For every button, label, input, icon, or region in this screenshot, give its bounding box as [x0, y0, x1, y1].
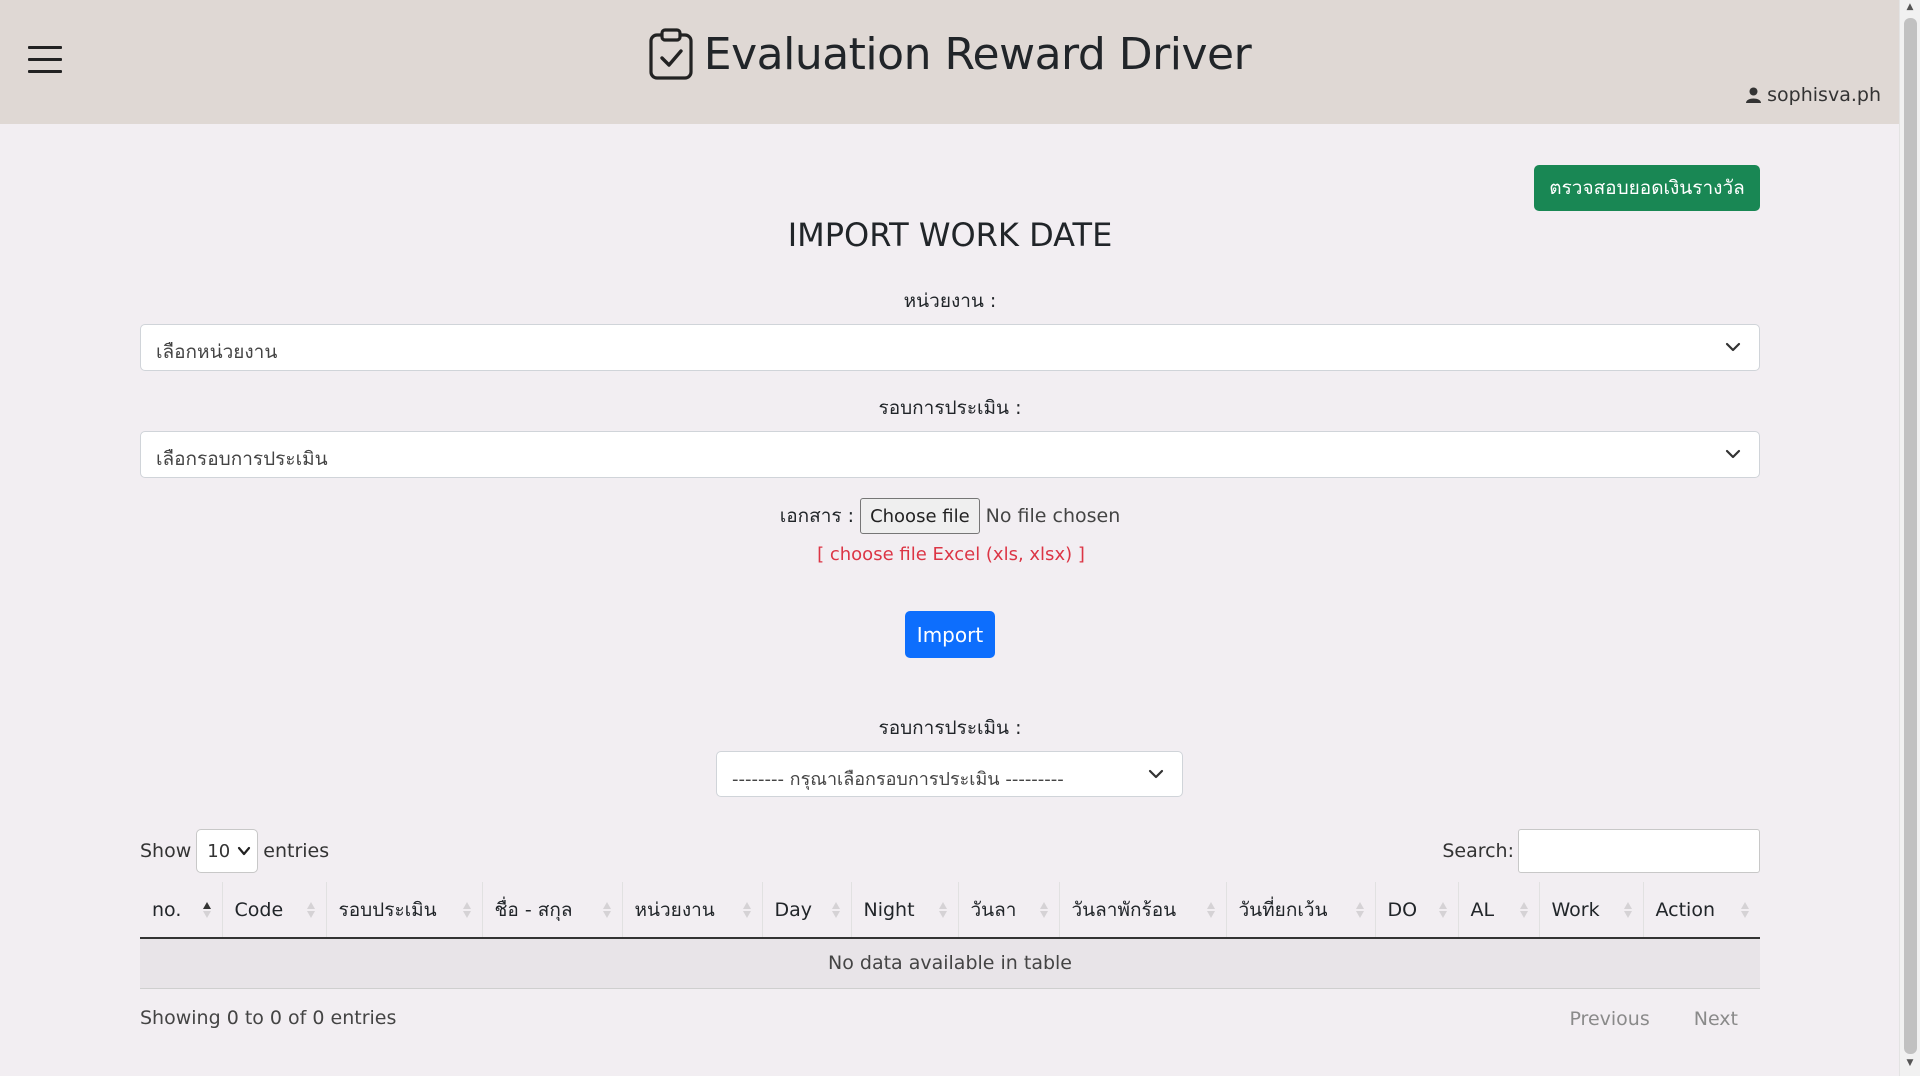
unit-label: หน่วยงาน : [903, 290, 997, 312]
sort-icon [831, 902, 840, 918]
search-label: Search: [1442, 840, 1514, 862]
app-title: Evaluation Reward Driver [703, 28, 1252, 80]
user-menu[interactable]: sophisva.ph [1746, 84, 1881, 106]
sort-icon [1438, 902, 1447, 918]
column-header[interactable]: AL [1458, 882, 1540, 939]
sort-icon [1039, 902, 1048, 918]
import-button[interactable]: Import [905, 611, 995, 658]
next-button[interactable]: Next [1694, 1008, 1738, 1030]
filter-round-select[interactable]: -------- กรุณาเลือกรอบการประเมิน -------… [716, 751, 1183, 797]
scroll-down-icon[interactable]: ▼ [1900, 1058, 1920, 1074]
document-label: เอกสาร : [779, 505, 855, 527]
sort-icon [462, 902, 471, 918]
show-label: Show [140, 840, 192, 862]
column-header[interactable]: วันที่ยกเว้น [1226, 882, 1376, 939]
page-length-value: 10 [207, 840, 231, 862]
previous-button[interactable]: Previous [1569, 1008, 1649, 1030]
page: Evaluation Reward Driver sophisva.ph ตรว… [0, 0, 1899, 1076]
column-header[interactable]: DO [1375, 882, 1459, 939]
file-upload-row: เอกสาร : Choose file No file chosen [140, 498, 1760, 534]
column-header[interactable]: Work [1539, 882, 1644, 939]
table-info: Showing 0 to 0 of 0 entries [140, 1007, 397, 1029]
choose-file-button[interactable]: Choose file [860, 498, 980, 534]
user-icon [1746, 87, 1762, 103]
clipboard-check-icon [649, 28, 693, 80]
column-header[interactable]: Code [222, 882, 327, 939]
sort-icon [1623, 902, 1632, 918]
sort-icon [1206, 902, 1215, 918]
unit-select-value: เลือกหน่วยงาน [156, 341, 278, 363]
column-header[interactable]: หน่วยงาน [622, 882, 763, 939]
chevron-down-icon [1725, 449, 1741, 459]
round-select[interactable]: เลือกรอบการประเมิน [140, 431, 1760, 478]
sort-icon [602, 902, 611, 918]
empty-table-message: No data available in table [140, 938, 1760, 989]
chevron-down-icon [1148, 769, 1164, 779]
page-length-select[interactable]: 10 [196, 829, 259, 873]
filter-round-label: รอบการประเมิน : [878, 717, 1022, 739]
username: sophisva.ph [1767, 84, 1881, 106]
column-header[interactable]: Action [1643, 882, 1760, 939]
table-search: Search: [1442, 829, 1760, 873]
column-header[interactable]: วันลาพักร้อน [1059, 882, 1227, 939]
column-header[interactable]: no. [140, 882, 223, 939]
scrollbar-thumb[interactable] [1904, 18, 1917, 1054]
round-label: รอบการประเมิน : [878, 397, 1022, 419]
sort-icon [1741, 902, 1749, 918]
chevron-down-icon [238, 846, 251, 856]
pagination: Previous Next [1569, 1008, 1738, 1030]
file-hint: [ choose file Excel (xls, xlsx) ] [817, 544, 1085, 565]
table-header-row: no. Code รอบประเมิน ชื่อ - สกุล หน่วยงาน… [140, 882, 1760, 939]
vertical-scrollbar[interactable]: ▲ ▼ [1899, 0, 1920, 1076]
sort-icon [1519, 902, 1528, 918]
round-select-value: เลือกรอบการประเมิน [156, 448, 328, 470]
file-status: No file chosen [985, 505, 1121, 527]
sort-icon [938, 902, 947, 918]
sort-icon [1355, 902, 1364, 918]
page-length-control: Show 10 entries [140, 829, 329, 873]
chevron-down-icon [1725, 342, 1741, 352]
column-header[interactable]: Day [762, 882, 852, 939]
column-header[interactable]: ชื่อ - สกุล [482, 882, 623, 939]
work-date-table: no. Code รอบประเมิน ชื่อ - สกุล หน่วยงาน… [140, 882, 1760, 989]
check-reward-button[interactable]: ตรวจสอบยอดเงินรางวัล [1534, 165, 1760, 211]
sort-icon [306, 902, 315, 918]
sort-icon [742, 902, 751, 918]
column-header[interactable]: Night [851, 882, 959, 939]
page-title: IMPORT WORK DATE [787, 216, 1113, 254]
sort-asc-icon [202, 902, 211, 918]
filter-round-value: -------- กรุณาเลือกรอบการประเมิน -------… [732, 769, 1064, 790]
unit-select[interactable]: เลือกหน่วยงาน [140, 324, 1760, 371]
table-row: No data available in table [140, 938, 1760, 989]
app-brand: Evaluation Reward Driver [0, 28, 1899, 80]
scroll-up-icon[interactable]: ▲ [1900, 2, 1920, 18]
search-input[interactable] [1518, 829, 1760, 873]
column-header[interactable]: รอบประเมิน [326, 882, 483, 939]
column-header[interactable]: วันลา [958, 882, 1060, 939]
top-navbar: Evaluation Reward Driver sophisva.ph [0, 0, 1899, 124]
entries-label: entries [263, 840, 330, 862]
